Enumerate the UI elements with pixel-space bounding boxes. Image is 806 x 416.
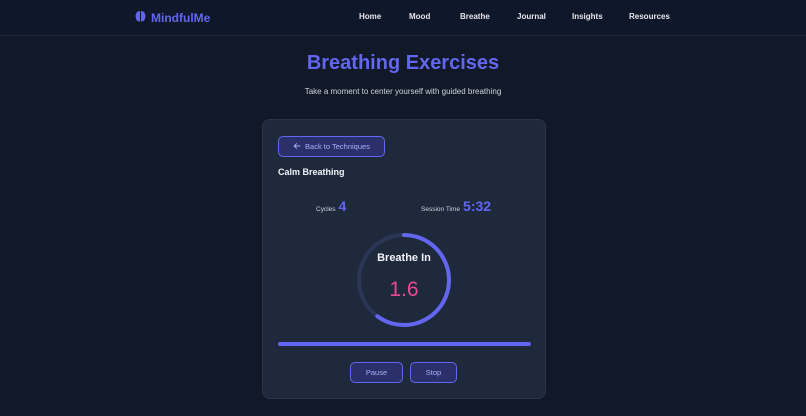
nav-link-mood[interactable]: Mood — [409, 12, 460, 21]
breath-phase-label: Breathe In — [377, 252, 431, 264]
arrow-left-icon — [293, 142, 301, 152]
brand-name: MindfulMe — [151, 11, 211, 25]
nav-links: Home Mood Breathe Journal Insights Resou… — [359, 12, 670, 21]
stop-button[interactable]: Stop — [410, 362, 457, 383]
technique-name: Calm Breathing — [278, 167, 345, 177]
session-time-stat: Session Time 5:32 — [421, 198, 491, 214]
pause-button[interactable]: Pause — [350, 362, 403, 383]
session-progress-bar — [278, 342, 531, 346]
cycles-label: Cycles — [316, 206, 336, 213]
brand-logo[interactable]: MindfulMe — [135, 10, 210, 26]
nav-link-insights[interactable]: Insights — [572, 12, 629, 21]
nav-link-journal[interactable]: Journal — [517, 12, 572, 21]
back-to-techniques-button[interactable]: Back to Techniques — [278, 136, 385, 157]
navbar: MindfulMe Home Mood Breathe Journal Insi… — [0, 0, 806, 36]
session-progress-fill — [278, 342, 531, 346]
nav-link-resources[interactable]: Resources — [629, 12, 670, 21]
cycles-value: 4 — [338, 198, 347, 214]
cycles-stat: Cycles 4 — [316, 198, 346, 214]
brain-icon — [135, 10, 146, 26]
nav-link-breathe[interactable]: Breathe — [460, 12, 517, 21]
back-button-label: Back to Techniques — [305, 142, 370, 151]
page-subtitle: Take a moment to center yourself with gu… — [304, 87, 502, 96]
breath-phase-timer: 1.6 — [389, 278, 419, 301]
page-title: Breathing Exercises — [306, 52, 500, 74]
session-time-value: 5:32 — [463, 198, 492, 214]
nav-link-home[interactable]: Home — [359, 12, 409, 21]
breathing-session-card: Back to Techniques Calm Breathing Cycles… — [262, 119, 546, 399]
breathing-ring: Breathe In 1.6 — [356, 232, 452, 328]
session-time-label: Session Time — [421, 206, 461, 213]
